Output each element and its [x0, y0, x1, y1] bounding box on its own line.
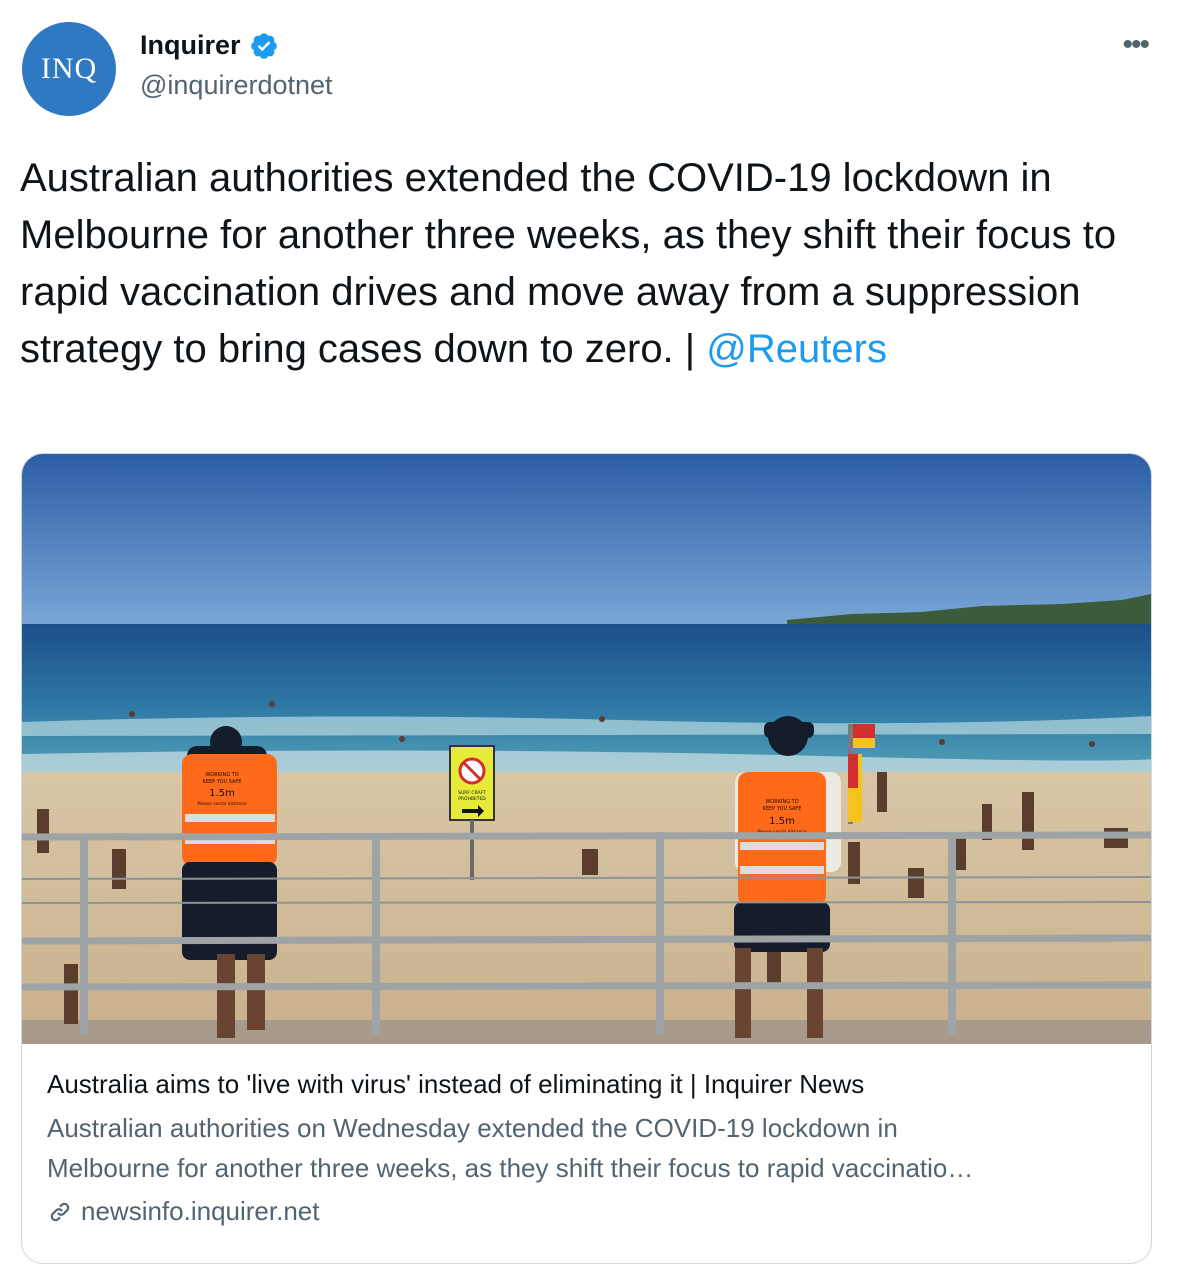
link-card[interactable]: SURF CRAFT PROHIBITED WORKING TO KEEP YO… — [21, 453, 1152, 1264]
avatar[interactable]: INQ — [22, 22, 116, 116]
verified-badge-icon — [250, 32, 277, 59]
link-icon — [50, 1202, 70, 1221]
display-name[interactable]: Inquirer — [140, 30, 241, 61]
vest-text-4: Please social distance — [197, 801, 247, 807]
author-name-row: Inquirer — [140, 30, 279, 61]
more-options-icon[interactable]: ••• — [1122, 28, 1149, 62]
vest-text-2: KEEP YOU SAFE — [203, 779, 242, 785]
card-image[interactable]: SURF CRAFT PROHIBITED WORKING TO KEEP YO… — [22, 454, 1151, 1044]
sign-text-2: PROHIBITED — [458, 796, 486, 802]
user-handle[interactable]: @inquirerdotnet — [140, 70, 333, 101]
vest-text-6: KEEP YOU SAFE — [763, 806, 802, 812]
vest-text-7: 1.5m — [769, 816, 795, 827]
tweet-body: Australian authorities extended the COVI… — [20, 156, 1117, 371]
mention-link[interactable]: @Reuters — [706, 327, 887, 371]
card-domain[interactable]: newsinfo.inquirer.net — [47, 1196, 1126, 1227]
tweet-text: Australian authorities extended the COVI… — [20, 150, 1155, 378]
card-body: Australia aims to 'live with virus' inst… — [47, 1066, 1126, 1227]
sign-text-1: SURF CRAFT — [458, 790, 486, 796]
vest-text-1: WORKING TO — [205, 772, 238, 778]
card-description-line-1: Australian authorities on Wednesday exte… — [47, 1113, 898, 1143]
card-domain-text: newsinfo.inquirer.net — [81, 1196, 320, 1226]
card-description: Australian authorities on Wednesday exte… — [47, 1108, 1126, 1188]
card-description-line-2: Melbourne for another three weeks, as th… — [47, 1153, 974, 1183]
vest-text-5: WORKING TO — [765, 799, 798, 805]
card-title[interactable]: Australia aims to 'live with virus' inst… — [47, 1066, 1126, 1102]
vest-text-3: 1.5m — [209, 788, 235, 799]
